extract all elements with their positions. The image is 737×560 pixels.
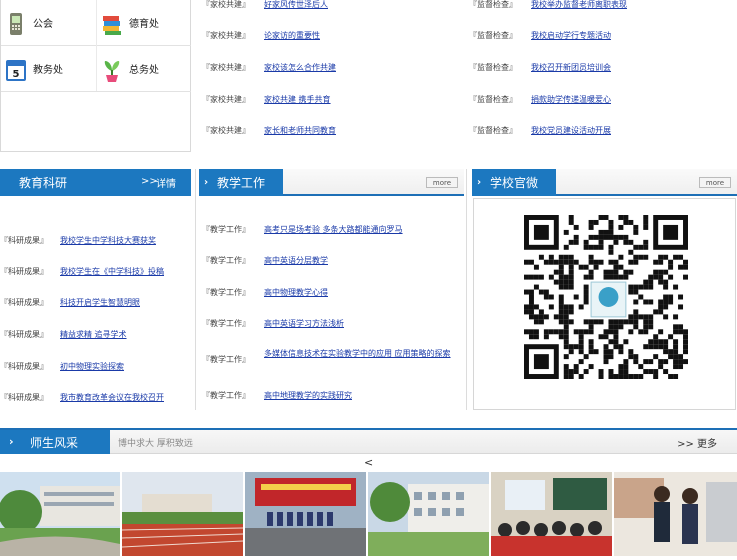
news-link[interactable]: 多媒体信息技术在实验教学中的应用 应用策略的探索 xyxy=(264,348,458,365)
list-item: 『科研成果』 科技开启学生智慧明眼 xyxy=(0,297,140,308)
news-link[interactable]: 科技开启学生智慧明眼 xyxy=(60,297,140,308)
double-chevron-icon: >> xyxy=(677,439,697,450)
news-link[interactable]: 高中物理教学心得 xyxy=(264,287,328,298)
news-link[interactable]: 我校启动学行专题活动 xyxy=(531,30,611,41)
teaching-title-tab: › 教学工作 xyxy=(199,169,283,196)
list-item: 『家校共建』 好家风传世泽后人 xyxy=(202,0,328,10)
list-item: 『家校共建』 家校共建 携手共育 xyxy=(202,94,331,105)
section-title: 师生风采 xyxy=(30,435,79,450)
teaching-more-button[interactable]: more xyxy=(426,177,458,188)
wechat-header: › 学校官微 more xyxy=(472,169,737,196)
list-item: 『教学工作』 高中地理教学的实践研究 xyxy=(202,390,352,401)
phone-icon xyxy=(5,11,27,35)
news-link[interactable]: 高中英语学习方法浅析 xyxy=(264,318,344,329)
news-link[interactable]: 捐款助学传递温暖爱心 xyxy=(531,94,611,105)
news-link[interactable]: 我校举办监督老师离职表现 xyxy=(531,0,627,10)
showcase-title-tab: › 师生风采 xyxy=(0,430,110,454)
news-link[interactable]: 初中物理实验探索 xyxy=(60,361,124,372)
home-school-list: 『家校共建』 好家风传世泽后人 『家校共建』 论家访的重要性 『家校共建』 家校该怎么… xyxy=(202,0,462,150)
list-item: 『教学工作』 高中英语分层教学 xyxy=(202,255,328,266)
quick-link-general[interactable]: 总务处 xyxy=(101,46,196,91)
list-item: 『家校共建』 家长和老师共同教育 xyxy=(202,125,336,136)
showcase-more-link[interactable]: >> 更多 xyxy=(677,435,717,450)
news-link[interactable]: 我校召开新团员培训会 xyxy=(531,62,611,73)
section-title: 教学工作 xyxy=(217,176,266,190)
list-item: 『监督检查』 我校召开新团员培训会 xyxy=(469,62,611,73)
list-item: 『教学工作』 高中物理教学心得 xyxy=(202,287,328,298)
quick-link-union[interactable]: 公会 xyxy=(5,0,100,45)
news-link[interactable]: 高中英语分层教学 xyxy=(264,255,328,266)
list-item: 『监督检查』 我校启动学行专题活动 xyxy=(469,30,611,41)
quick-link-moral[interactable]: 德育处 xyxy=(101,0,196,45)
list-item: 『教学工作』 高考只是场考验 多条大路都能通向罗马 xyxy=(202,224,403,235)
calendar-icon: 5 xyxy=(5,57,27,81)
section-title: 教育科研 xyxy=(19,176,68,190)
wechat-title-tab: › 学校官微 xyxy=(472,169,556,196)
photo-campus-garden[interactable] xyxy=(0,472,120,556)
chevron-right-icon: › xyxy=(9,435,14,448)
chevron-right-icon: › xyxy=(204,177,209,188)
news-link[interactable]: 家长和老师共同教育 xyxy=(264,125,336,136)
news-link[interactable]: 我校党员建设活动开展 xyxy=(531,125,611,136)
research-more-link[interactable]: 详情 xyxy=(156,175,176,190)
list-item: 『科研成果』 我校学生在《中学科技》投稿 xyxy=(0,266,164,277)
carousel-prev-button[interactable]: < xyxy=(364,456,373,469)
svg-text:5: 5 xyxy=(13,69,20,80)
list-item: 『家校共建』 论家访的重要性 xyxy=(202,30,320,41)
quick-link-label: 总务处 xyxy=(129,65,159,76)
list-item: 『科研成果』 我校学生中学科技大赛获奖 xyxy=(0,235,156,246)
photo-school-building[interactable] xyxy=(368,472,489,556)
quick-link-label: 公会 xyxy=(33,19,53,30)
plant-icon xyxy=(101,57,123,82)
news-link[interactable]: 家校该怎么合作共建 xyxy=(264,62,336,73)
teaching-list: 『教学工作』 高考只是场考验 多条大路都能通向罗马 『教学工作』 高中英语分层教学 … xyxy=(202,222,464,410)
news-link[interactable]: 高中地理教学的实践研究 xyxy=(264,390,352,401)
photo-choir-stage[interactable] xyxy=(245,472,366,556)
list-item: 『监督检查』 捐款助学传递温暖爱心 xyxy=(469,94,611,105)
research-header: 教育科研 >> 详情 xyxy=(0,169,191,196)
teaching-header: › 教学工作 more xyxy=(199,169,464,196)
research-list: 『科研成果』 我校学生中学科技大赛获奖 『科研成果』 我校学生在《中学科技》投稿 『… xyxy=(0,230,191,410)
divider xyxy=(466,169,467,410)
showcase-motto: 博中求大 厚积致远 xyxy=(118,439,193,449)
news-link[interactable]: 我校学生在《中学科技》投稿 xyxy=(60,266,164,277)
list-item: 『家校共建』 家校该怎么合作共建 xyxy=(202,62,336,73)
chevron-right-icon: › xyxy=(477,177,482,188)
wechat-more-button[interactable]: more xyxy=(699,177,731,188)
news-link[interactable]: 我市教育改革会议在我校召开 xyxy=(60,392,164,403)
list-item: 『科研成果』 我市教育改革会议在我校召开 xyxy=(0,392,164,403)
photo-teachers[interactable] xyxy=(614,472,737,556)
news-link[interactable]: 我校学生中学科技大赛获奖 xyxy=(60,235,156,246)
section-title: 学校官微 xyxy=(490,176,539,190)
quick-link-label: 教务处 xyxy=(33,65,63,76)
quick-link-label: 德育处 xyxy=(129,19,159,30)
qr-code xyxy=(524,215,688,395)
list-item: 『教学工作』 多媒体信息技术在实验教学中的应用 应用策略的探索 xyxy=(202,348,458,365)
news-link[interactable]: 家校共建 携手共育 xyxy=(264,94,331,105)
news-link[interactable]: 精益求精 追寻学术 xyxy=(60,329,127,340)
list-item: 『监督检查』 我校举办监督老师离职表现 xyxy=(469,0,627,10)
books-icon xyxy=(101,11,123,35)
list-item: 『科研成果』 精益求精 追寻学术 xyxy=(0,329,127,340)
list-item: 『科研成果』 初中物理实验探索 xyxy=(0,361,124,372)
supervision-list: 『监督检查』 我校举办监督老师离职表现 『监督检查』 我校启动学行专题活动 『监督检… xyxy=(469,0,737,150)
quick-link-academic[interactable]: 5 教务处 xyxy=(5,46,100,91)
list-item: 『教学工作』 高中英语学习方法浅析 xyxy=(202,318,344,329)
quick-links-panel: 公会 德育处 5 教务处 总务处 xyxy=(0,0,191,152)
photo-running-track[interactable] xyxy=(122,472,243,556)
divider xyxy=(195,169,196,410)
list-item: 『监督检查』 我校党员建设活动开展 xyxy=(469,125,611,136)
news-link[interactable]: 高考只是场考验 多条大路都能通向罗马 xyxy=(264,224,403,235)
wechat-qr-panel xyxy=(473,198,736,410)
news-link[interactable]: 论家访的重要性 xyxy=(264,30,320,41)
news-link[interactable]: 好家风传世泽后人 xyxy=(264,0,328,10)
showcase-bar: › 师生风采 博中求大 厚积致远 >> 更多 xyxy=(0,428,737,454)
photo-classroom[interactable] xyxy=(491,472,612,556)
